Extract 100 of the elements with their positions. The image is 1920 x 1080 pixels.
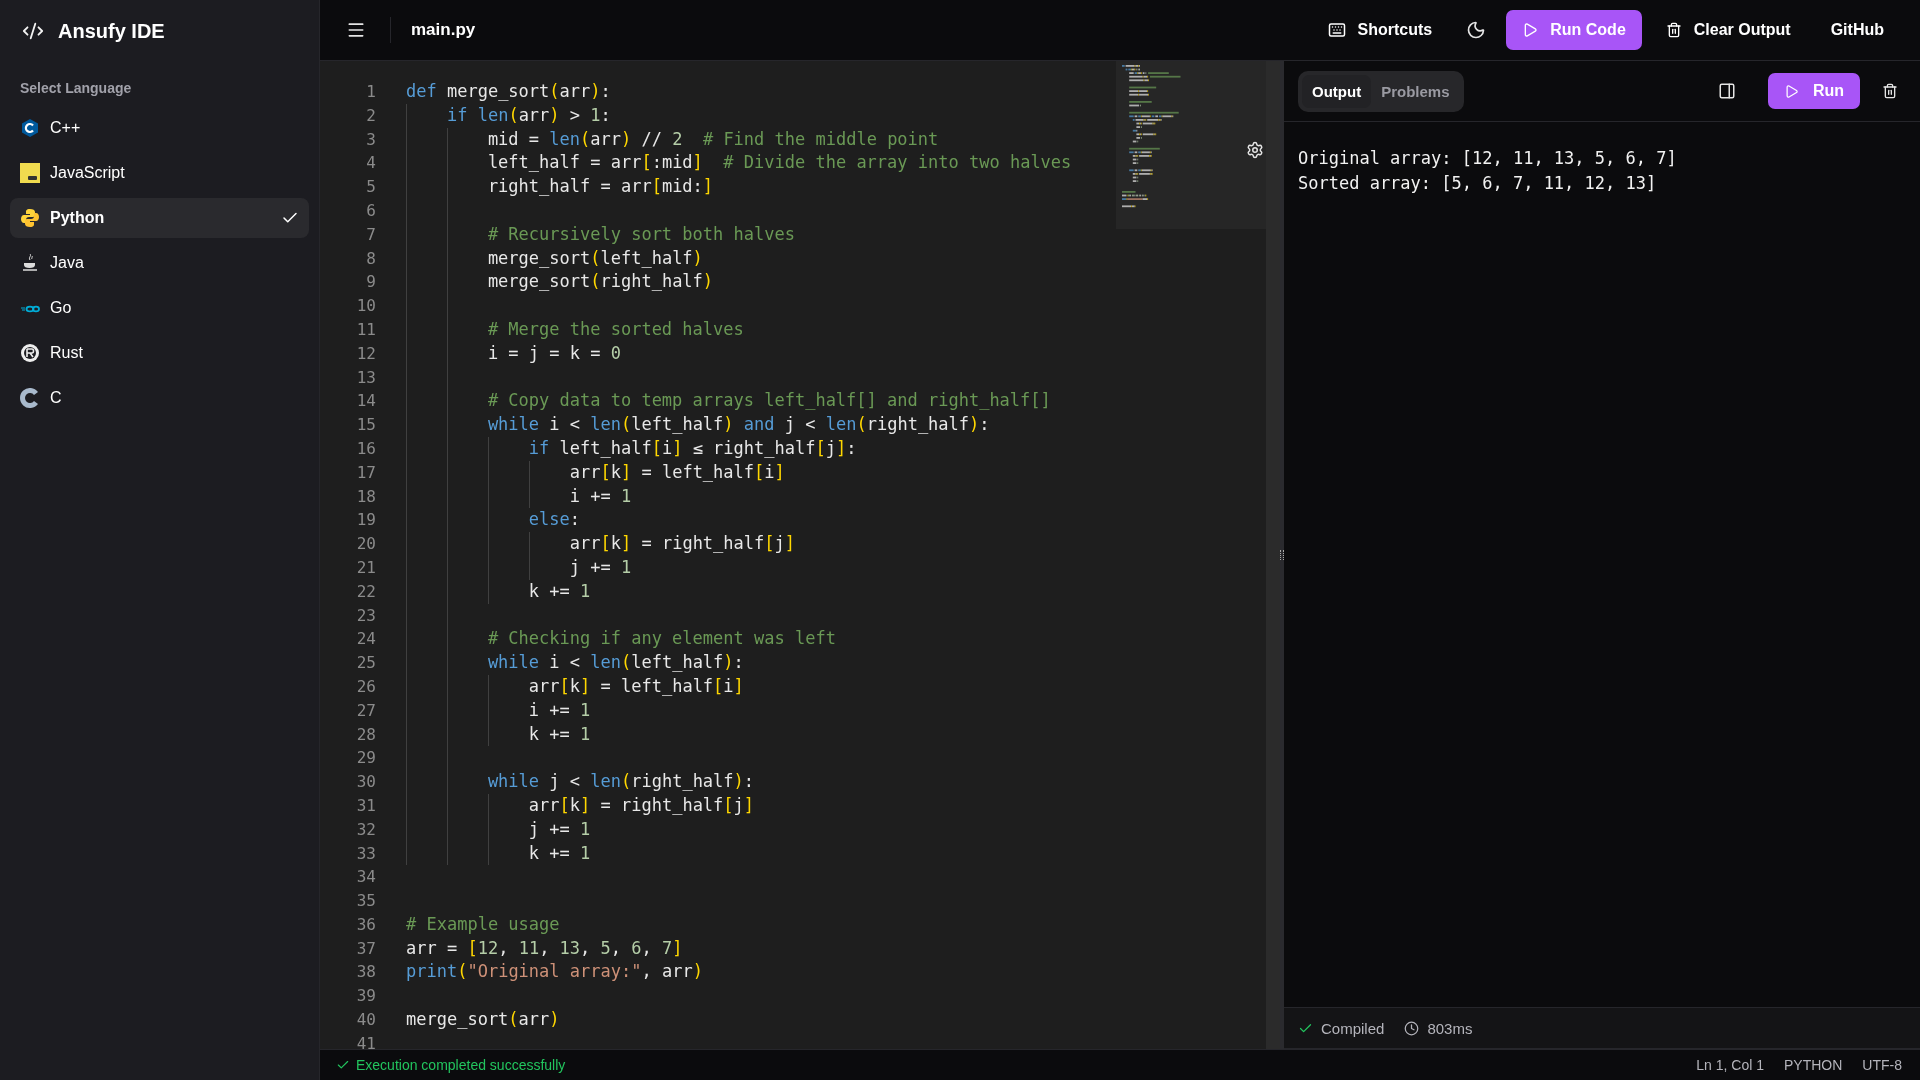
line-number: 13	[355, 366, 376, 389]
line-number: 17	[355, 461, 376, 484]
code-line: if left_half[i] ≤ right_half[j]:	[406, 436, 857, 461]
language-mode: PYTHON	[1784, 1057, 1843, 1073]
code-line: left_half = arr[:mid] # Divide the array into two halves	[406, 151, 1072, 176]
c-letter-icon	[20, 388, 40, 408]
run-time: 803ms	[1404, 1019, 1473, 1037]
language-item[interactable]: C++	[10, 108, 309, 148]
code-line: if len(arr) > 1:	[406, 103, 611, 128]
code-line: # Checking if any element was left	[406, 627, 836, 652]
code-line: # Recursively sort both halves	[406, 222, 795, 247]
line-number: 14	[355, 390, 376, 413]
code-line: k += 1	[406, 722, 591, 747]
code-line: print("Original array:", arr)	[406, 960, 703, 984]
code-line: mid = len(arr) // 2 # Find the middle point	[406, 127, 939, 152]
clear-output-button[interactable]: Clear Output	[1649, 10, 1807, 50]
code-line: merge_sort(left_half)	[406, 246, 703, 271]
line-number: 30	[355, 771, 376, 794]
line-number: 7	[365, 223, 376, 246]
code-line: # Example usage	[406, 912, 560, 936]
snake-icon	[20, 208, 40, 228]
section-heading: Select Language	[19, 79, 133, 98]
play-icon	[1522, 22, 1539, 38]
line-number: 35	[355, 890, 376, 913]
code-line: while i < len(left_half):	[406, 651, 744, 675]
line-number: 25	[355, 652, 376, 675]
panel-tab[interactable]: Problems	[1371, 74, 1460, 108]
language-item[interactable]: C	[10, 378, 309, 418]
line-number: 11	[355, 318, 376, 341]
code-line: arr[k] = left_half[i]	[406, 460, 785, 485]
language-item[interactable]: Rust	[10, 333, 309, 373]
line-number: 41	[355, 1032, 376, 1049]
panel-tab[interactable]: Output	[1302, 74, 1372, 108]
line-number: 5	[365, 176, 376, 199]
run-button[interactable]: Run	[1767, 73, 1860, 109]
line-number: 34	[355, 866, 376, 889]
minimap[interactable]	[1116, 61, 1266, 229]
line-number: 2	[365, 104, 376, 127]
code-line: # Copy data to temp arrays left_half[] and right_half[]	[406, 389, 1051, 414]
code-line: else:	[406, 508, 580, 533]
encoding: UTF-8	[1862, 1057, 1902, 1073]
line-number: 15	[355, 414, 376, 437]
code-line: right_half = arr[mid:]	[406, 175, 714, 199]
line-number: 32	[355, 818, 376, 841]
code-line: k += 1	[406, 841, 591, 866]
language-item[interactable]: Go	[10, 288, 309, 328]
github-link[interactable]: GitHub	[1814, 10, 1900, 50]
line-number: 21	[355, 556, 376, 579]
code-line: j += 1	[406, 555, 632, 580]
output-line: Original array: [12, 11, 13, 5, 6, 7]	[1298, 147, 1678, 170]
line-number: 36	[355, 913, 376, 936]
resize-handle[interactable]	[1280, 61, 1284, 1049]
shortcuts-button[interactable]: Shortcuts	[1311, 10, 1449, 50]
run-code-button[interactable]: Run Code	[1506, 10, 1642, 50]
language-item[interactable]: Java	[10, 243, 309, 283]
line-number: 9	[365, 271, 376, 294]
line-number: 22	[355, 580, 376, 603]
language-item[interactable]: Python	[10, 198, 309, 238]
line-number: 18	[355, 485, 376, 508]
line-number: 4	[365, 152, 376, 175]
scrollbar[interactable]	[1266, 61, 1280, 1049]
line-number: 31	[355, 794, 376, 817]
play-icon	[1783, 83, 1799, 99]
line-number: 39	[355, 985, 376, 1008]
code-line: i = j = k = 0	[406, 341, 621, 366]
cursor-position: Ln 1, Col 1	[1696, 1057, 1764, 1073]
compile-status: Compiled	[1298, 1019, 1385, 1037]
code-line: arr[k] = right_half[j]	[406, 793, 755, 818]
code-icon	[22, 20, 44, 42]
code-line: arr = [12, 11, 13, 5, 6, 7]	[406, 936, 683, 960]
language-item[interactable]: JavaScript	[10, 153, 309, 193]
line-number: 33	[355, 842, 376, 865]
line-number: 19	[355, 509, 376, 532]
code-line: i += 1	[406, 698, 591, 723]
line-number: 16	[355, 437, 376, 460]
hexagon-icon	[20, 118, 40, 138]
line-number: 37	[355, 937, 376, 960]
clock-icon	[1404, 1020, 1420, 1036]
line-number: 6	[365, 200, 376, 222]
app-title: Ansufy IDE	[58, 19, 165, 43]
line-number: 26	[355, 675, 376, 698]
code-line: merge_sort(right_half)	[406, 270, 714, 295]
status-message: Execution completed successfully	[336, 1057, 566, 1073]
line-number: 27	[355, 699, 376, 722]
code-line: merge_sort(arr)	[406, 1008, 560, 1032]
line-number: 12	[355, 342, 376, 365]
line-number: 1	[365, 81, 376, 103]
keyboard-icon	[1327, 21, 1346, 39]
code-line: j += 1	[406, 817, 591, 842]
settings-icon[interactable]	[1246, 141, 1264, 159]
coffee-cup-icon	[20, 253, 40, 273]
line-number: 24	[355, 628, 376, 651]
output-line: Sorted array: [5, 6, 7, 11, 12, 13]	[1298, 172, 1658, 195]
code-line: while j < len(right_half):	[406, 770, 755, 794]
line-number: 3	[365, 128, 376, 151]
trash-icon	[1665, 22, 1682, 38]
code-line: k += 1	[406, 579, 591, 604]
line-number: 38	[355, 961, 376, 984]
code-line: while i < len(left_half) and j < len(right_half):	[406, 413, 990, 437]
code-line: arr[k] = left_half[i]	[406, 674, 744, 699]
